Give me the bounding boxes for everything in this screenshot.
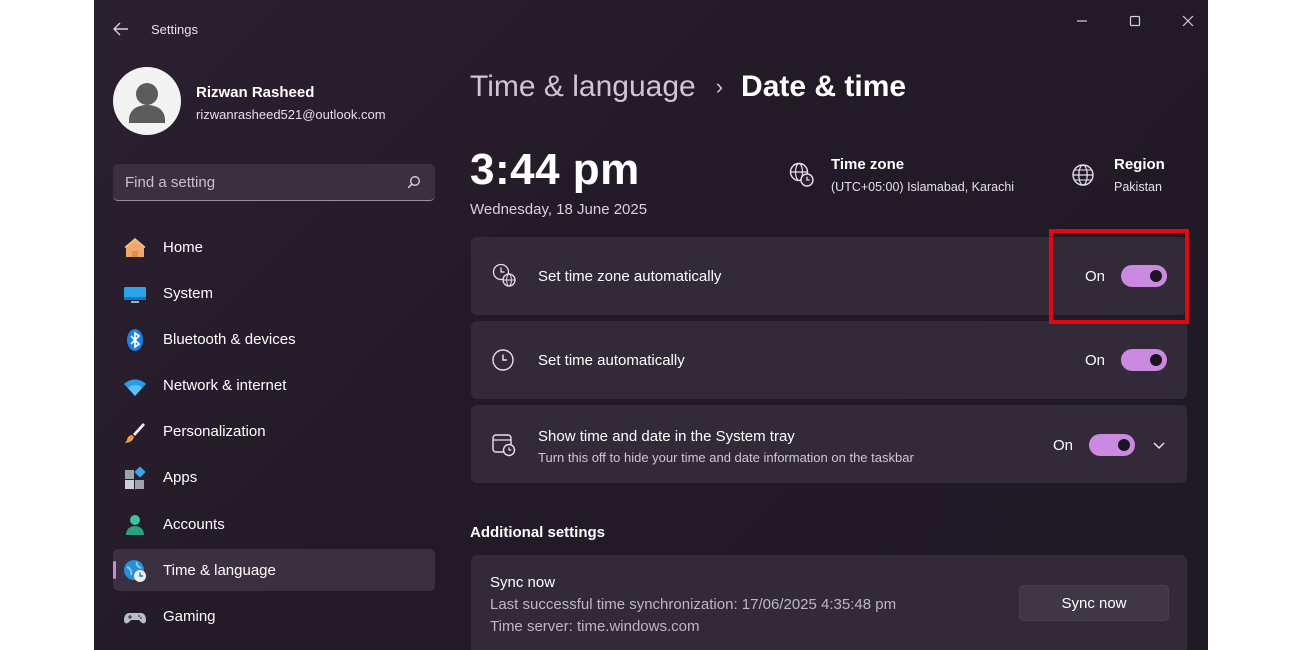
sidebar-item-label: Apps (163, 469, 198, 487)
toggle-knob (1150, 354, 1162, 366)
sidebar-item-label: Personalization (163, 423, 266, 441)
sidebar-nav: Home System Bluetooth & devices Network … (113, 226, 435, 642)
gamepad-icon (124, 612, 146, 623)
setting-title: Show time and date in the System tray (538, 428, 795, 445)
globe-clock-icon (492, 263, 516, 287)
minimize-button[interactable] (1059, 8, 1105, 34)
search-box (113, 164, 435, 201)
sidebar-item-label: Time & language (163, 561, 276, 579)
clock-icon (492, 349, 514, 371)
globe-icon (1072, 164, 1094, 186)
back-button[interactable] (110, 18, 132, 40)
setting-title: Set time automatically (538, 352, 685, 369)
app-title: Settings (151, 22, 198, 37)
sidebar-item-label: Gaming (163, 608, 216, 625)
user-email: rizwanrasheed521@outlook.com (196, 107, 386, 122)
timezone-title: Time zone (831, 156, 905, 173)
settings-window: Settings Rizwan Rasheed rizwanrasheed521… (94, 0, 1208, 650)
section-title: Additional settings (470, 524, 605, 541)
last-sync-text: Last successful time synchronization: 17… (490, 596, 897, 613)
sidebar-item-bluetooth[interactable]: Bluetooth & devices (113, 318, 435, 360)
apps-icon (125, 466, 146, 489)
breadcrumb-parent[interactable]: Time & language (470, 70, 696, 104)
sidebar-item-label: Accounts (163, 515, 225, 533)
sidebar-item-label: System (163, 284, 214, 302)
wifi-icon (124, 379, 146, 396)
search-icon[interactable] (407, 175, 421, 189)
globe-clock-icon (124, 560, 146, 583)
setting-time-auto: Set time automatically On (471, 321, 1187, 399)
breadcrumb: Time & language › Date & time (470, 70, 906, 104)
globe-clock-icon (789, 162, 814, 187)
maximize-button[interactable] (1112, 8, 1158, 34)
breadcrumb-separator: › (715, 74, 724, 99)
bluetooth-icon (127, 329, 143, 352)
sidebar-item-gaming[interactable]: Gaming (113, 596, 435, 638)
avatar[interactable] (113, 67, 181, 135)
sidebar-item-label: Home (163, 238, 204, 256)
region-value: Pakistan (1114, 180, 1162, 194)
minimize-icon (1077, 20, 1087, 22)
close-button[interactable] (1165, 8, 1208, 34)
region-title: Region (1114, 156, 1165, 173)
time-server-text: Time server: time.windows.com (490, 618, 700, 635)
title-bar: Settings (94, 0, 1208, 56)
person-icon (126, 515, 144, 536)
monitor-icon (124, 287, 146, 304)
sidebar-item-home[interactable]: Home (113, 226, 435, 268)
toggle-state-label: On (1085, 352, 1106, 369)
brush-icon (125, 422, 145, 443)
home-icon (124, 238, 146, 257)
setting-system-tray[interactable]: Show time and date in the System tray Tu… (471, 405, 1187, 483)
highlight-box (1049, 229, 1189, 324)
time-auto-toggle[interactable] (1121, 349, 1167, 371)
page-title: Date & time (741, 70, 907, 103)
sidebar-item-label: Network & internet (163, 377, 287, 395)
sidebar-item-system[interactable]: System (113, 272, 435, 314)
sidebar-item-network[interactable]: Network & internet (113, 365, 435, 407)
sidebar-item-personalization[interactable]: Personalization (113, 411, 435, 453)
close-icon (1182, 15, 1194, 27)
current-date: Wednesday, 18 June 2025 (470, 201, 648, 218)
timezone-value: (UTC+05:00) Islamabad, Karachi (831, 180, 1015, 194)
toggle-state-label: On (1053, 437, 1074, 454)
chevron-down-icon[interactable] (1151, 437, 1167, 453)
toggle-knob (1118, 439, 1130, 451)
sidebar-item-time-language[interactable]: Time & language (113, 549, 435, 592)
calendar-clock-icon (492, 434, 516, 457)
search-input[interactable] (113, 164, 435, 200)
sync-now-button[interactable]: Sync now (1019, 585, 1169, 621)
active-indicator (113, 561, 116, 580)
current-time: 3:44 pm (470, 145, 640, 194)
user-name: Rizwan Rasheed (196, 84, 315, 101)
maximize-icon (1129, 15, 1141, 27)
sync-title: Sync now (490, 574, 556, 591)
user-avatar-icon (129, 83, 165, 123)
setting-subtitle: Turn this off to hide your time and date… (538, 450, 914, 465)
sidebar-item-accounts[interactable]: Accounts (113, 503, 435, 545)
setting-title: Set time zone automatically (538, 268, 722, 285)
sync-card: Sync now Last successful time synchroniz… (471, 555, 1187, 650)
system-tray-toggle[interactable] (1089, 434, 1135, 456)
sidebar-item-label: Bluetooth & devices (163, 330, 296, 348)
sidebar-item-apps[interactable]: Apps (113, 457, 435, 499)
arrow-left-icon (113, 22, 128, 36)
